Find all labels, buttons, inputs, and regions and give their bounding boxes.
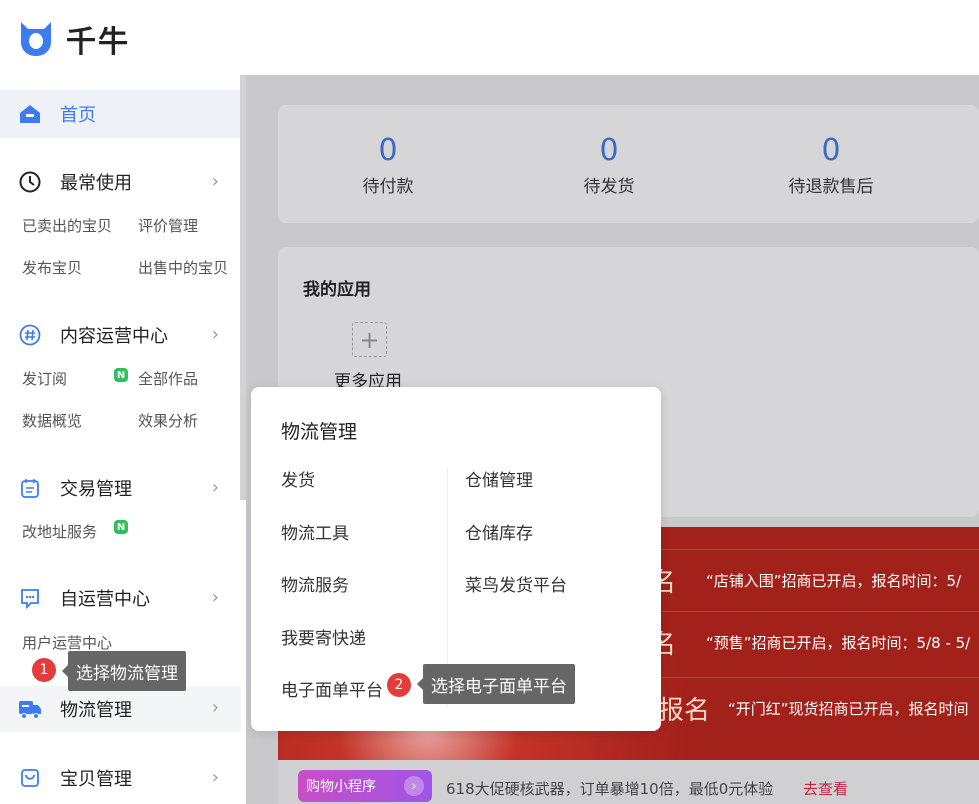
menu-item-logistics-service[interactable]: 物流服务 xyxy=(281,571,349,596)
promo-text: “预售”招商已开启，报名时间：5/8 - 5/ xyxy=(706,634,971,652)
footer-bar: 购物小程序 › 618大促硬核武器，订单暴增10倍，最低0元体验 去查看 xyxy=(278,760,979,804)
stat-pending-refund[interactable]: 0 待退款售后 xyxy=(761,133,901,197)
bull-logo-icon xyxy=(21,22,51,56)
sidebar-item-label: 宝贝管理 xyxy=(60,769,132,790)
app-name: 千牛 xyxy=(66,25,130,60)
stat-label: 待发货 xyxy=(583,177,635,197)
menu-item-ship[interactable]: 发货 xyxy=(281,466,315,491)
sub-link-data-overview[interactable]: 数据概览 xyxy=(22,410,82,431)
chevron-right-icon: › xyxy=(211,477,219,498)
sub-link-subscribe[interactable]: 发订阅 xyxy=(22,368,67,389)
sidebar-item-label: 首页 xyxy=(60,105,96,126)
promo-big-text: 报名 xyxy=(658,696,711,726)
bag-icon xyxy=(18,766,42,790)
sub-link-user-ops[interactable]: 用户运营中心 xyxy=(22,632,112,653)
menu-item-warehouse-stock[interactable]: 仓储库存 xyxy=(465,519,533,544)
sidebar-item-self-ops[interactable]: 自运营中心 › xyxy=(0,578,241,618)
sub-link-all-works[interactable]: 全部作品 xyxy=(138,368,198,389)
instruction-tooltip: 选择电子面单平台 xyxy=(417,664,575,704)
mini-program-badge[interactable]: 购物小程序 › xyxy=(298,770,432,802)
add-app-button[interactable]: + xyxy=(352,322,387,357)
stat-value: 0 xyxy=(599,133,619,168)
flyout-title: 物流管理 xyxy=(281,421,358,443)
mini-program-label: 购物小程序 xyxy=(306,779,376,795)
chevron-right-icon: › xyxy=(211,324,219,345)
sidebar-item-label: 自运营中心 xyxy=(60,589,150,610)
sub-link-change-address[interactable]: 改地址服务 xyxy=(22,521,97,542)
sidebar-item-goods[interactable]: 宝贝管理 › xyxy=(0,758,241,798)
chevron-right-icon: › xyxy=(211,587,219,608)
step-marker: 2 xyxy=(387,673,411,697)
calendar-icon xyxy=(18,476,42,500)
truck-icon xyxy=(18,697,42,721)
stat-pending-shipment[interactable]: 0 待发货 xyxy=(539,133,679,197)
new-badge: N xyxy=(114,520,128,534)
footer-text: 618大促硬核武器，订单暴增10倍，最低0元体验 xyxy=(446,780,774,798)
my-apps-title: 我的应用 xyxy=(303,280,371,300)
menu-item-logistics-tools[interactable]: 物流工具 xyxy=(281,519,349,544)
hashtag-icon xyxy=(18,323,42,347)
sub-link-publish[interactable]: 发布宝贝 xyxy=(22,257,82,278)
sidebar: 首页 最常使用 › 已卖出的宝贝 评价管理 发布宝贝 出售中的宝贝 内容运营中心… xyxy=(0,75,241,804)
promo-text: “开门红”现货招商已开启，报名时间 xyxy=(728,700,969,718)
chat-icon xyxy=(18,586,42,610)
step-marker: 1 xyxy=(32,658,56,682)
chevron-right-icon: › xyxy=(211,171,219,192)
sub-link-reviews[interactable]: 评价管理 xyxy=(138,215,198,236)
stat-pending-payment[interactable]: 0 待付款 xyxy=(318,133,458,197)
chevron-right-icon: › xyxy=(211,697,219,718)
menu-item-send-express[interactable]: 我要寄快递 xyxy=(281,624,366,649)
sidebar-item-trade[interactable]: 交易管理 › xyxy=(0,468,241,508)
arrow-right-icon: › xyxy=(404,776,424,796)
stat-value: 0 xyxy=(821,133,841,168)
promo-text: “店铺入围”招商已开启，报名时间：5/ xyxy=(706,572,962,590)
menu-item-cainiao-platform[interactable]: 菜鸟发货平台 xyxy=(465,571,567,596)
instruction-tooltip: 选择物流管理 xyxy=(62,651,186,691)
order-stats-card: 0 待付款 0 待发货 0 待退款售后 xyxy=(278,105,979,223)
top-bar: 千牛 xyxy=(0,0,979,75)
sidebar-item-label: 最常使用 xyxy=(60,173,132,194)
new-badge: N xyxy=(114,368,128,382)
sidebar-item-label: 物流管理 xyxy=(60,700,132,721)
sub-link-on-sale[interactable]: 出售中的宝贝 xyxy=(138,257,228,278)
stat-label: 待退款售后 xyxy=(788,177,874,197)
sub-link-sold[interactable]: 已卖出的宝贝 xyxy=(22,215,112,236)
clock-icon xyxy=(18,170,42,194)
sidebar-item-home[interactable]: 首页 xyxy=(0,90,241,138)
stat-value: 0 xyxy=(378,133,398,168)
stat-label: 待付款 xyxy=(362,177,414,197)
sub-link-effect-analysis[interactable]: 效果分析 xyxy=(138,410,198,431)
sidebar-item-label: 交易管理 xyxy=(60,479,132,500)
menu-item-warehouse-mgmt[interactable]: 仓储管理 xyxy=(465,466,533,491)
footer-link[interactable]: 去查看 xyxy=(803,778,848,799)
sidebar-item-frequent[interactable]: 最常使用 › xyxy=(0,162,241,202)
menu-item-e-waybill-platform[interactable]: 电子面单平台 xyxy=(281,676,383,701)
sidebar-item-content[interactable]: 内容运营中心 › xyxy=(0,315,241,355)
sidebar-item-logistics[interactable]: 物流管理 › xyxy=(0,686,241,732)
sidebar-item-label: 内容运营中心 xyxy=(60,326,168,347)
home-icon xyxy=(18,102,42,126)
app-logo[interactable]: 千牛 xyxy=(18,17,130,61)
chevron-right-icon: › xyxy=(211,767,219,788)
